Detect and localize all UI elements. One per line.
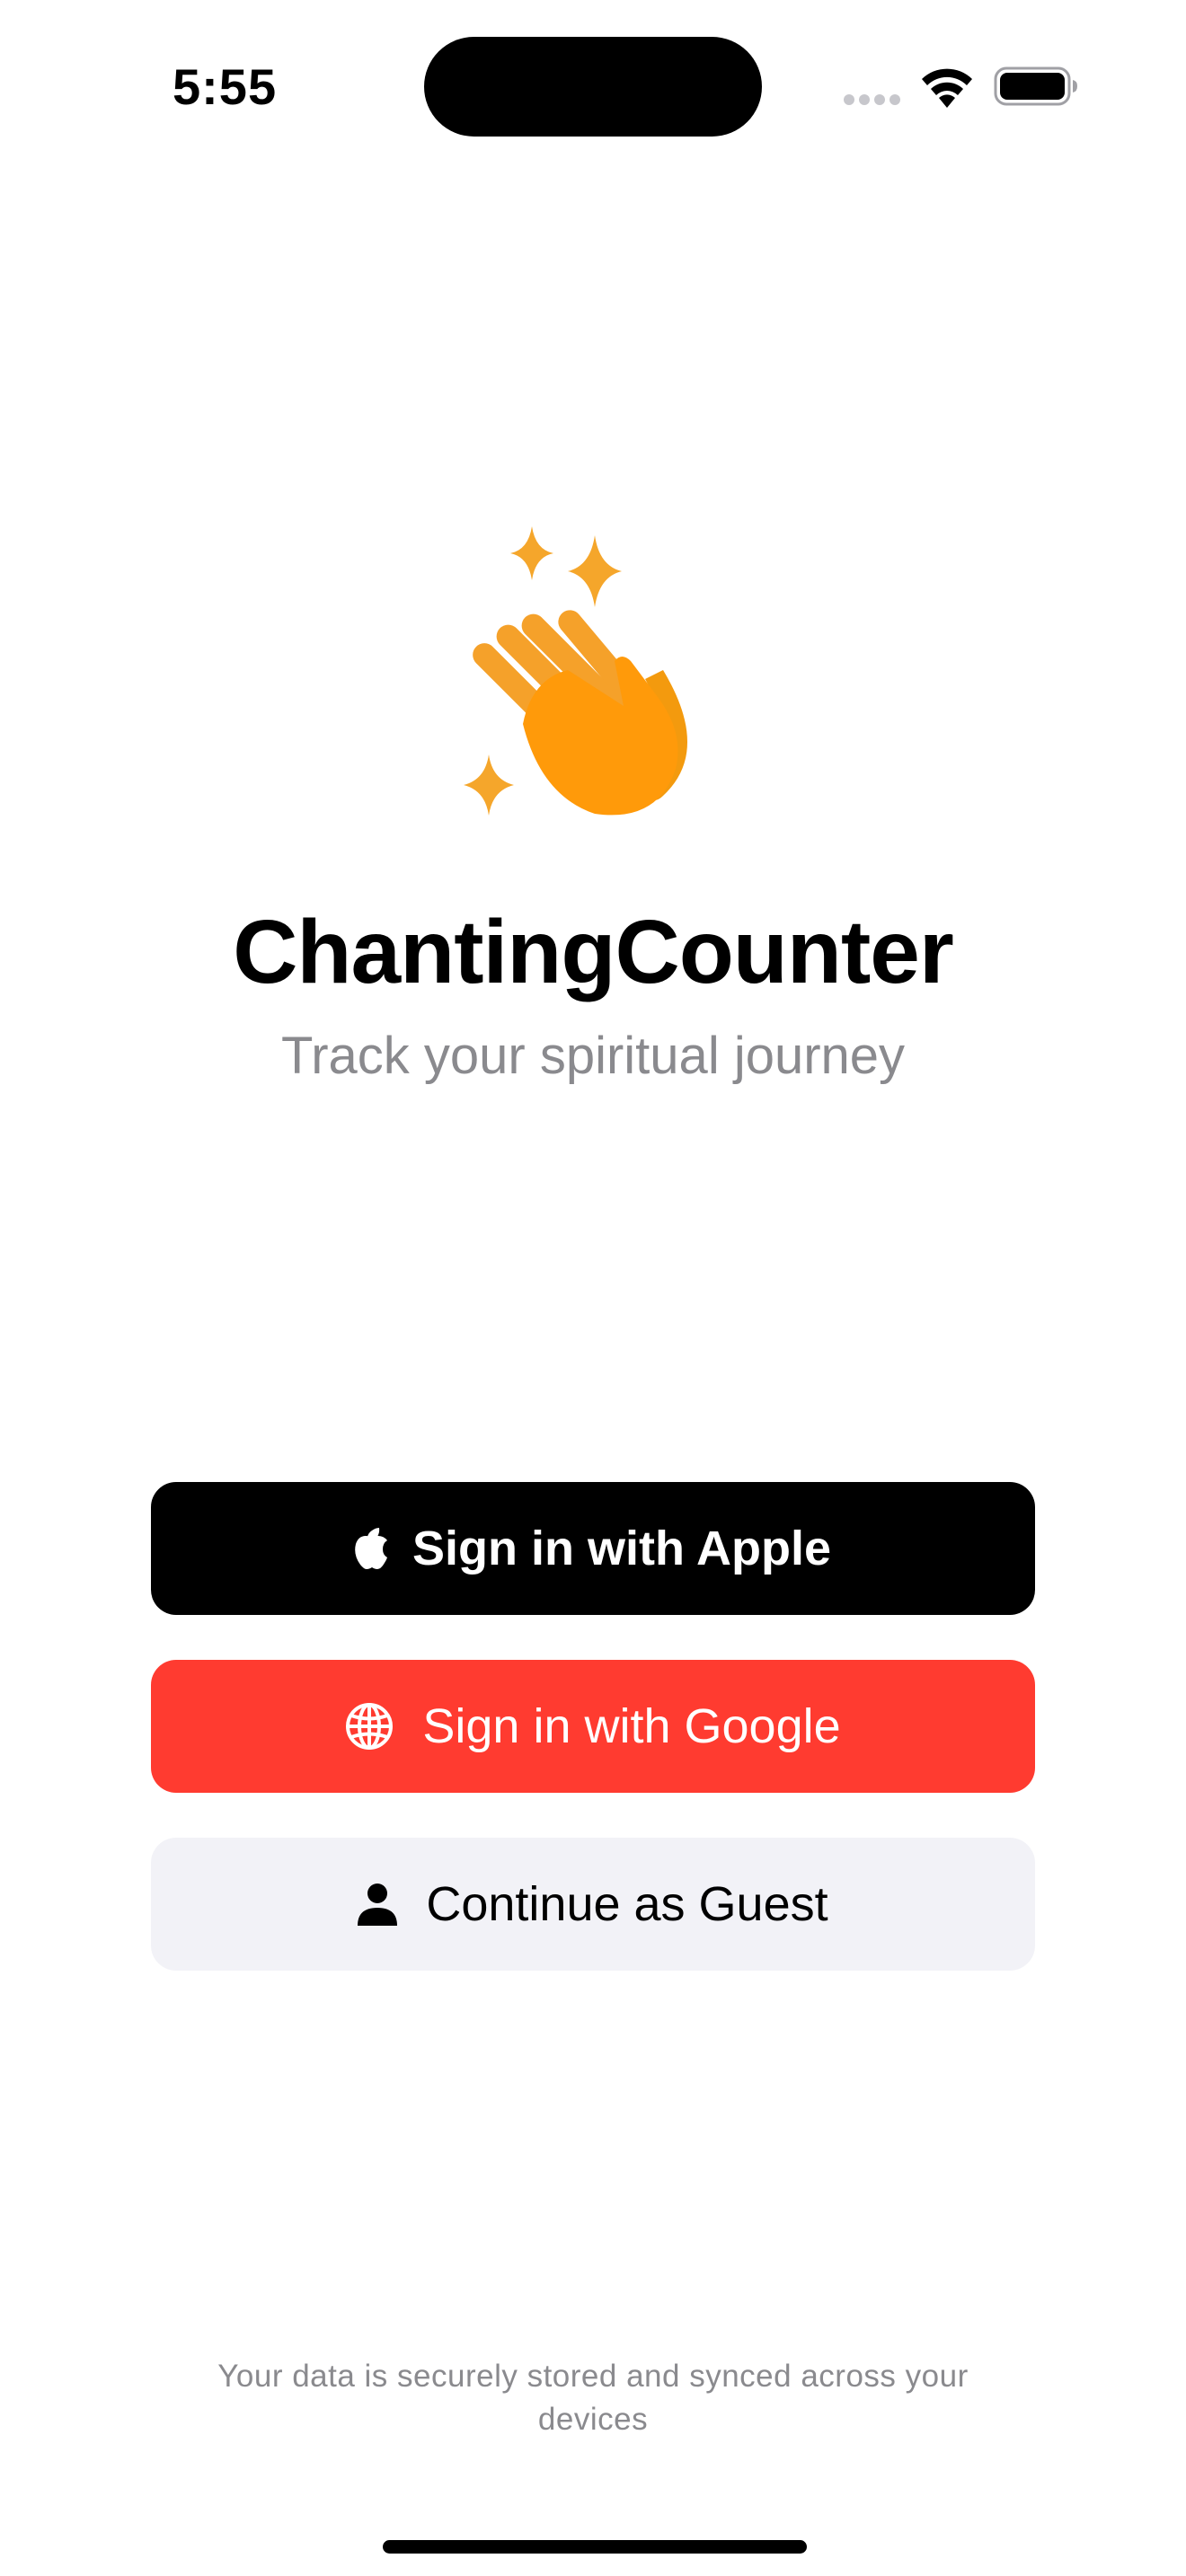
dynamic-island [424, 37, 762, 137]
status-time: 5:55 [173, 58, 278, 115]
sign-in-with-google-button[interactable]: Sign in with Google [151, 1660, 1035, 1793]
battery-icon [994, 66, 1077, 106]
sign-in-with-apple-button[interactable]: Sign in with Apple [151, 1482, 1035, 1615]
sign-in-with-apple-label: Sign in with Apple [412, 1522, 831, 1575]
app-title: ChantingCounter [233, 902, 954, 1002]
continue-as-guest-button[interactable]: Continue as Guest [151, 1838, 1035, 1971]
continue-as-guest-label: Continue as Guest [426, 1877, 828, 1931]
data-sync-note: Your data is securely stored and synced … [217, 2359, 969, 2437]
wifi-icon [922, 68, 972, 108]
person-icon [358, 1883, 398, 1926]
app-subtitle: Track your spiritual journey [280, 1027, 906, 1085]
apple-logo-icon [355, 1528, 388, 1569]
cellular-signal-icon [844, 94, 900, 105]
hands-clapping-sparkles-icon [464, 526, 687, 816]
globe-icon [346, 1703, 394, 1750]
sign-in-with-google-label: Sign in with Google [422, 1699, 841, 1753]
home-indicator[interactable] [383, 2540, 807, 2554]
